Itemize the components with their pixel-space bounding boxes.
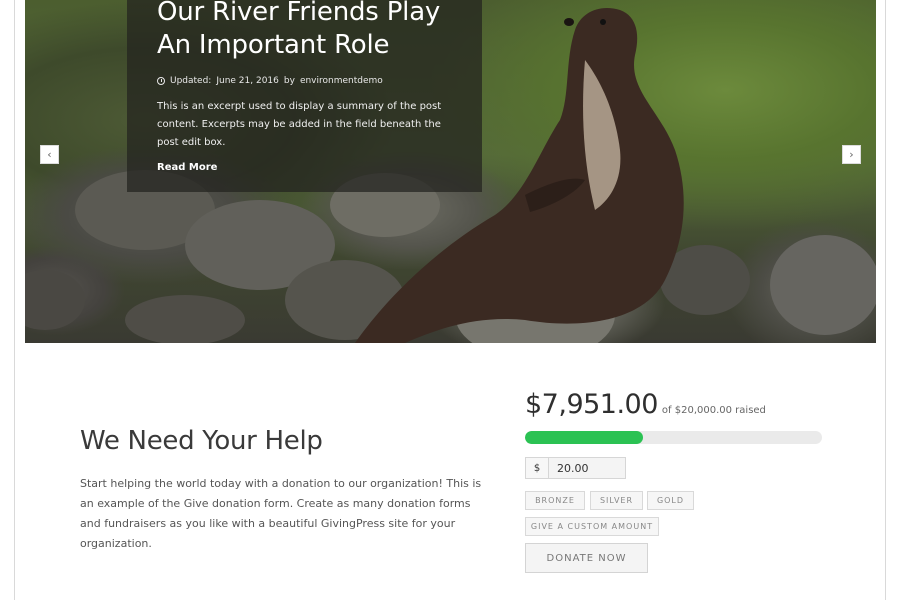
frame-left-edge bbox=[14, 0, 15, 600]
goal-progress-fill bbox=[525, 431, 644, 444]
hero-title-line2[interactable]: An Important Role bbox=[157, 29, 454, 62]
section-description: Start helping the world today with a don… bbox=[80, 477, 482, 550]
level-gold-button[interactable]: GOLD bbox=[647, 491, 694, 510]
goal-progress-bar bbox=[525, 431, 822, 444]
hero-title-line1[interactable]: Our River Friends Play bbox=[157, 0, 454, 29]
meta-by: by bbox=[283, 76, 295, 86]
chevron-right-icon: › bbox=[849, 148, 854, 161]
hero-slider: Our River Friends Play An Important Role… bbox=[25, 0, 876, 343]
read-more-link[interactable]: Read More bbox=[157, 162, 217, 173]
clock-icon bbox=[157, 77, 165, 85]
level-bronze-button[interactable]: BRONZE bbox=[525, 491, 585, 510]
chevron-left-icon: ‹ bbox=[47, 148, 52, 161]
slider-next-button[interactable]: › bbox=[842, 145, 861, 164]
goal-text: of $20,000.00 raised bbox=[661, 405, 766, 416]
donation-amount-field: $ bbox=[525, 457, 626, 479]
hero-caption-panel: Our River Friends Play An Important Role… bbox=[127, 0, 482, 192]
donate-now-button[interactable]: DONATE NOW bbox=[525, 543, 648, 573]
raised-amount: $7,951.00 bbox=[525, 389, 658, 420]
hero-title[interactable]: Our River Friends Play An Important Role bbox=[157, 0, 454, 62]
currency-symbol: $ bbox=[525, 457, 548, 479]
meta-author[interactable]: environmentdemo bbox=[300, 76, 383, 86]
post-meta: Updated: June 21, 2016 by environmentdem… bbox=[157, 76, 454, 86]
amount-input[interactable] bbox=[548, 457, 626, 479]
frame-right-edge bbox=[885, 0, 886, 600]
section-title: We Need Your Help bbox=[80, 426, 323, 456]
slider-prev-button[interactable]: ‹ bbox=[40, 145, 59, 164]
meta-prefix: Updated: bbox=[170, 76, 212, 86]
level-silver-button[interactable]: SILVER bbox=[590, 491, 643, 510]
amount-raised: $7,951.00 of $20,000.00 raised bbox=[525, 389, 766, 420]
meta-date[interactable]: June 21, 2016 bbox=[216, 76, 279, 86]
post-excerpt: This is an excerpt used to display a sum… bbox=[157, 101, 442, 148]
custom-amount-button[interactable]: GIVE A CUSTOM AMOUNT bbox=[525, 517, 659, 536]
